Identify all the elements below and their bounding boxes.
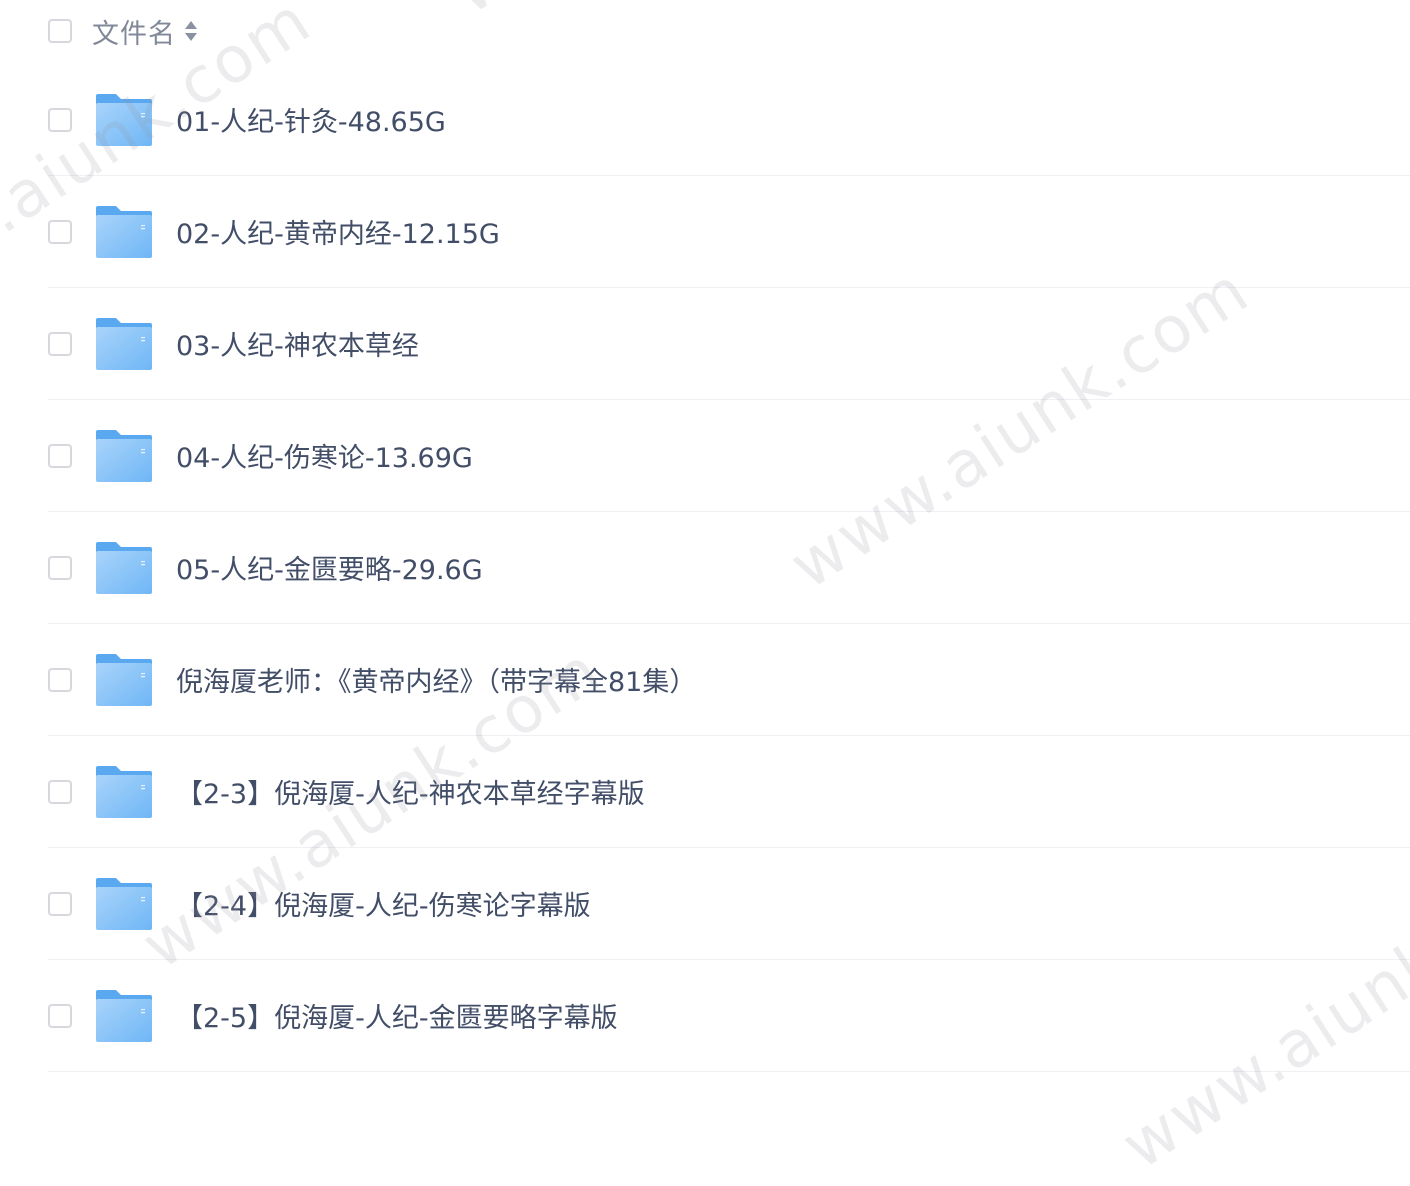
folder-icon <box>96 653 152 706</box>
file-row[interactable]: 【2-4】倪海厦-人纪-伤寒论字幕版 <box>48 848 1410 960</box>
file-name[interactable]: 01-人纪-针灸-48.65G <box>176 100 446 139</box>
sort-down-arrow <box>185 33 197 41</box>
file-name[interactable]: 05-人纪-金匮要略-29.6G <box>176 548 483 587</box>
file-name[interactable]: 04-人纪-伤寒论-13.69G <box>176 436 473 475</box>
file-name[interactable]: 【2-5】倪海厦-人纪-金匮要略字幕版 <box>176 996 618 1035</box>
folder-icon <box>96 989 152 1042</box>
sort-up-arrow <box>185 21 197 29</box>
file-row[interactable]: 01-人纪-针灸-48.65G <box>48 64 1410 176</box>
list-header: 文件名 <box>48 0 198 62</box>
folder-icon <box>96 205 152 258</box>
folder-icon <box>96 429 152 482</box>
file-row[interactable]: 倪海厦老师：《黄帝内经》（带字幕全81集） <box>48 624 1410 736</box>
row-checkbox[interactable] <box>48 891 72 916</box>
file-row[interactable]: 05-人纪-金匮要略-29.6G <box>48 512 1410 624</box>
file-name[interactable]: 【2-3】倪海厦-人纪-神农本草经字幕版 <box>176 772 645 811</box>
folder-icon <box>96 541 152 594</box>
file-list-page: 文件名 01-人纪-针灸-48.65G 02-人纪-黄帝内经-12.15G 03… <box>0 0 1410 1186</box>
select-all-checkbox[interactable] <box>48 19 72 43</box>
file-row[interactable]: 【2-5】倪海厦-人纪-金匮要略字幕版 <box>48 960 1410 1072</box>
file-name[interactable]: 02-人纪-黄帝内经-12.15G <box>176 212 500 251</box>
row-checkbox[interactable] <box>48 219 72 244</box>
file-name[interactable]: 03-人纪-神农本草经 <box>176 324 419 363</box>
folder-icon <box>96 877 152 930</box>
row-checkbox[interactable] <box>48 779 72 804</box>
row-checkbox[interactable] <box>48 667 72 692</box>
folder-icon <box>96 765 152 818</box>
row-checkbox[interactable] <box>48 331 72 356</box>
file-name[interactable]: 倪海厦老师：《黄帝内经》（带字幕全81集） <box>176 660 696 699</box>
file-row[interactable]: 02-人纪-黄帝内经-12.15G <box>48 176 1410 288</box>
file-row[interactable]: 03-人纪-神农本草经 <box>48 288 1410 400</box>
row-checkbox[interactable] <box>48 107 72 132</box>
row-checkbox[interactable] <box>48 555 72 580</box>
folder-icon <box>96 317 152 370</box>
row-checkbox[interactable] <box>48 443 72 468</box>
file-row[interactable]: 【2-3】倪海厦-人纪-神农本草经字幕版 <box>48 736 1410 848</box>
file-name[interactable]: 【2-4】倪海厦-人纪-伤寒论字幕版 <box>176 884 591 923</box>
sort-icon[interactable] <box>184 20 198 42</box>
folder-icon <box>96 93 152 146</box>
filename-column-header[interactable]: 文件名 <box>92 12 176 51</box>
watermark: www.aiunk.com <box>440 0 925 29</box>
row-checkbox[interactable] <box>48 1003 72 1028</box>
file-list: 01-人纪-针灸-48.65G 02-人纪-黄帝内经-12.15G 03-人纪-… <box>48 64 1410 1072</box>
file-row[interactable]: 04-人纪-伤寒论-13.69G <box>48 400 1410 512</box>
